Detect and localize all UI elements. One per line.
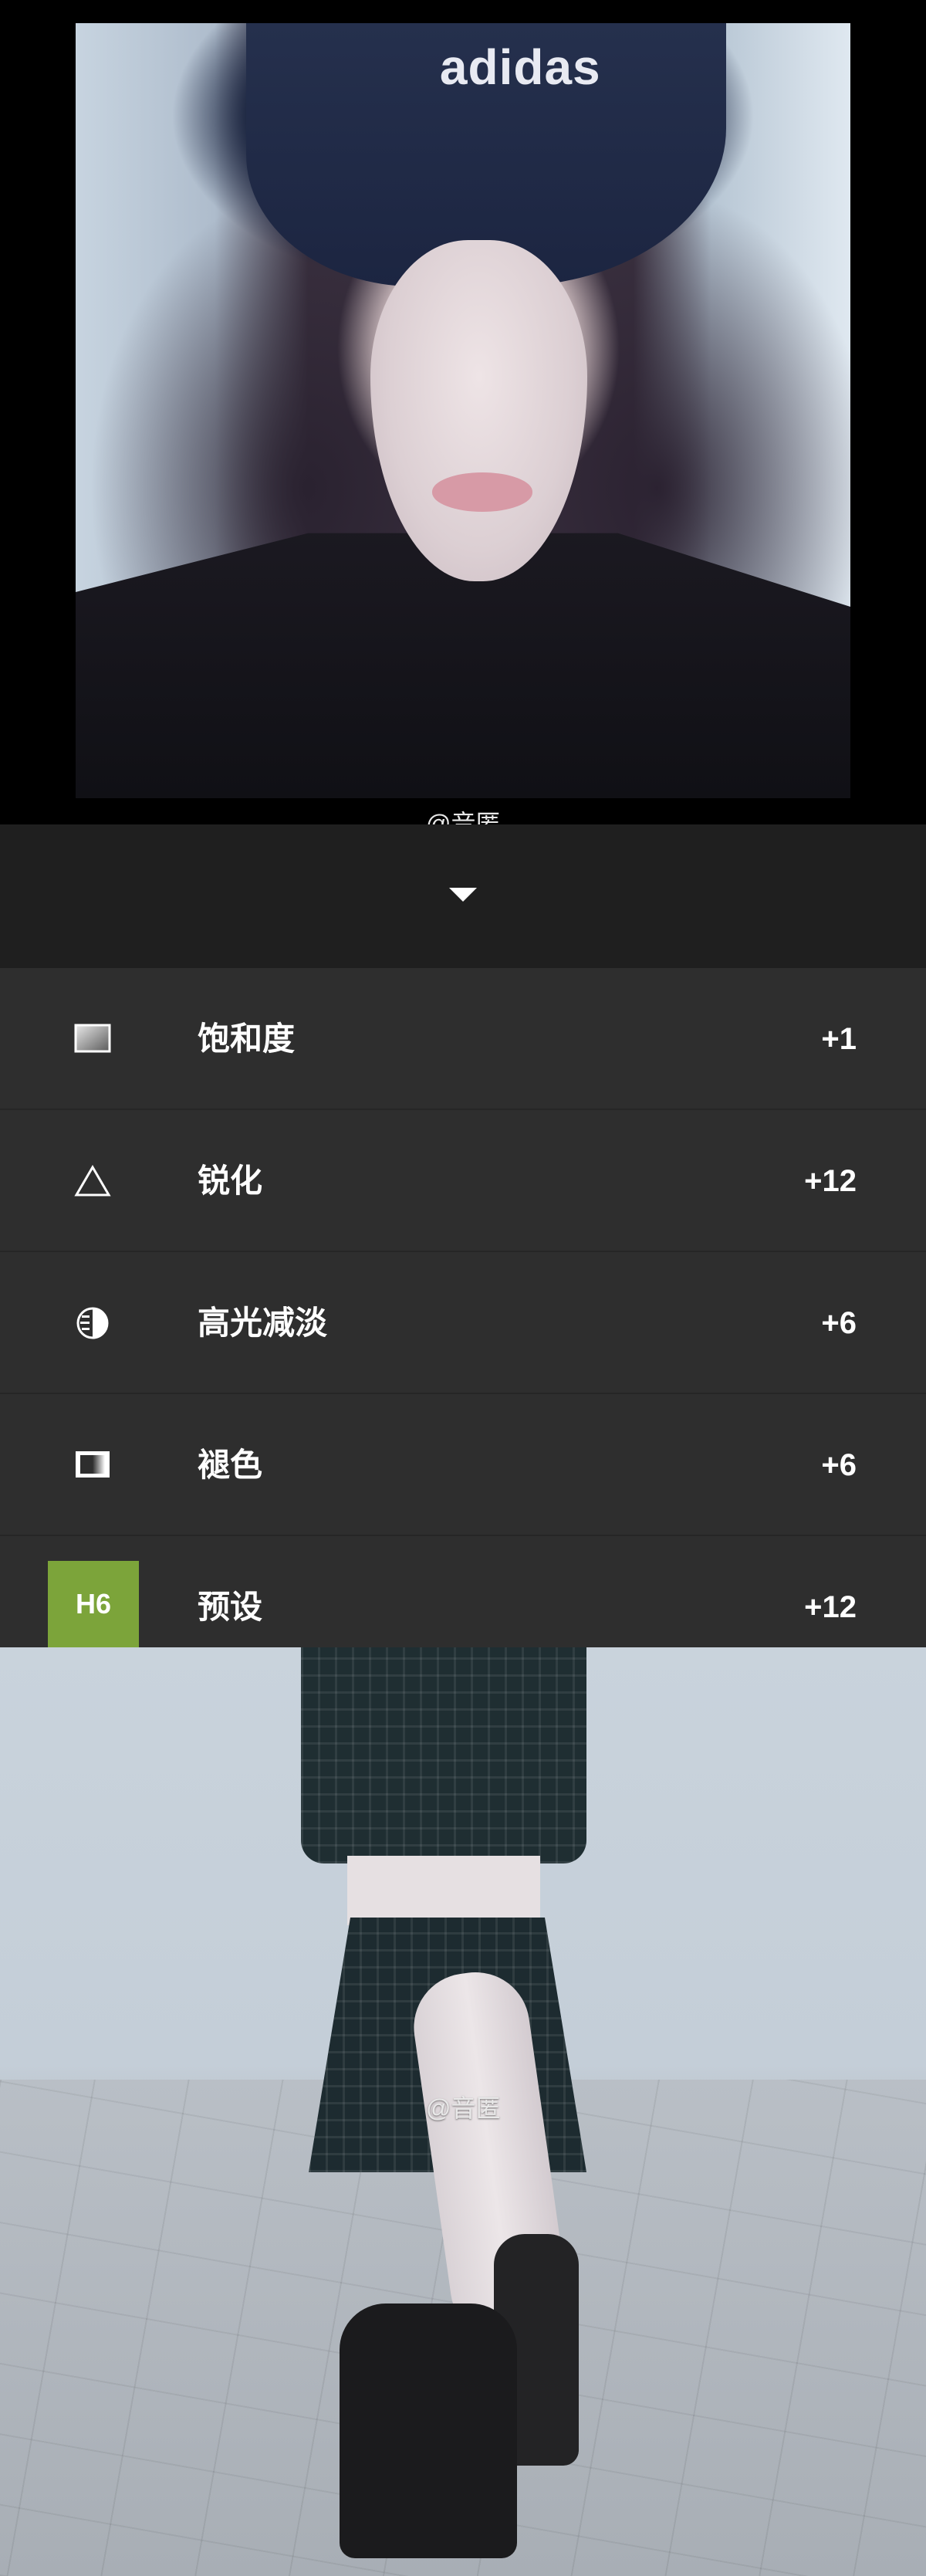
sharpen-icon <box>74 1165 111 1197</box>
top-photo-section: adidas @音匿 <box>0 0 926 838</box>
adjustment-row-saturation[interactable]: 饱和度 +1 <box>0 968 926 1110</box>
row-value: +1 <box>821 1022 857 1056</box>
saturation-icon <box>74 1024 111 1053</box>
adjustment-panel: 饱和度 +1 锐化 +12 高光减淡 +6 褪色 +6 H6 预设 +12 <box>0 824 926 1647</box>
fade-icon <box>76 1451 110 1478</box>
highlight-icon <box>76 1307 109 1339</box>
chevron-down-icon[interactable] <box>449 888 477 902</box>
adjustment-row-highlights[interactable]: 高光减淡 +6 <box>0 1252 926 1394</box>
row-label: 锐化 <box>198 1162 263 1200</box>
panel-header[interactable] <box>0 824 926 968</box>
row-value: +6 <box>821 1448 857 1482</box>
photo-top-clothing <box>301 1647 586 1863</box>
row-label: 饱和度 <box>198 1020 296 1058</box>
photo-face <box>370 240 587 581</box>
row-label: 褪色 <box>198 1446 263 1484</box>
top-photo: adidas <box>76 23 850 798</box>
cap-logo-text: adidas <box>439 39 601 96</box>
bottom-photo: @音匿 <box>0 1647 926 2576</box>
adjustment-row-sharpen[interactable]: 锐化 +12 <box>0 1110 926 1252</box>
row-value: +12 <box>804 1164 857 1198</box>
photo-boot-front <box>340 2304 517 2558</box>
bottom-watermark: @音匿 <box>426 2094 501 2122</box>
adjustment-row-fade[interactable]: 褪色 +6 <box>0 1394 926 1536</box>
preset-badge: H6 <box>48 1561 139 1647</box>
row-label: 高光减淡 <box>198 1304 328 1342</box>
row-value: +6 <box>821 1306 857 1340</box>
adjustment-row-preset[interactable]: H6 预设 +12 <box>0 1536 926 1647</box>
photo-lips <box>431 472 533 512</box>
photo-midriff <box>347 1856 540 1925</box>
